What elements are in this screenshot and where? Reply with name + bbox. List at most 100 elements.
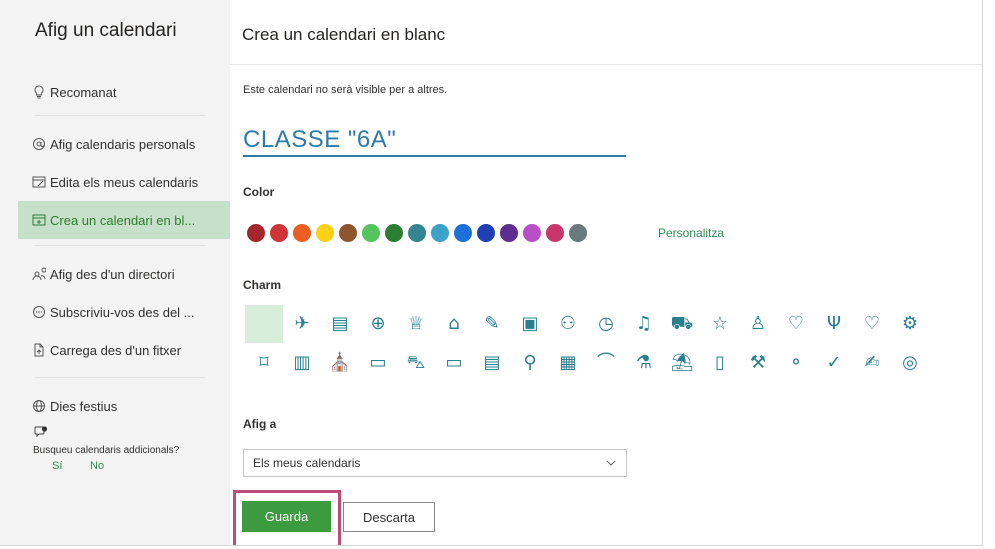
- color-swatch[interactable]: [247, 224, 265, 242]
- divider: [35, 115, 205, 116]
- lightbulb-icon: [18, 85, 50, 99]
- sidebar-item-label: Dies festius: [50, 398, 118, 414]
- save-button[interactable]: Guarda: [242, 501, 331, 532]
- charm-icon[interactable]: ▭: [359, 344, 397, 382]
- visibility-notice: Este calendari no serà visible per a alt…: [243, 84, 448, 96]
- sidebar-item-label: Afig des d'un directori: [50, 266, 175, 282]
- charm-icon[interactable]: ♙: [739, 305, 777, 343]
- charm-icon[interactable]: ▭: [435, 344, 473, 382]
- highlight-pointer: [286, 545, 289, 546]
- charm-icon[interactable]: ♫: [625, 305, 663, 343]
- color-swatch[interactable]: [454, 224, 472, 242]
- chat-alert-icon: [34, 426, 48, 438]
- subscribe-icon: [18, 305, 50, 319]
- charm-icon[interactable]: ◷: [587, 305, 625, 343]
- divider: [35, 377, 205, 378]
- charm-icon[interactable]: ⚇: [549, 305, 587, 343]
- sidebar-item-label: Afig calendaris personals: [50, 136, 196, 152]
- sidebar-item-label: Subscriviu-vos des del ...: [50, 304, 195, 320]
- add-to-label: Afig a: [243, 417, 277, 431]
- sidebar-item-upload-file[interactable]: Carrega des d'un fitxer: [18, 331, 230, 369]
- sidebar-item-create-blank[interactable]: Crea un calendari en bl...: [18, 201, 230, 239]
- charm-icon[interactable]: ✓: [815, 344, 853, 382]
- calendar-name-input[interactable]: [243, 125, 626, 157]
- calendar-add-icon: [18, 213, 50, 227]
- prompt-yes-link[interactable]: Sí: [52, 460, 62, 472]
- charm-icon[interactable]: ⚲: [511, 344, 549, 382]
- charm-row: ✈ ▤ ⊕ ♕ ⌂ ✎ ▣ ⚇ ◷ ♫ ⛟ ☆ ♙ ♡ Ψ ♡ ⚙: [245, 305, 982, 343]
- charm-icon[interactable]: ▯: [701, 344, 739, 382]
- customize-color-link[interactable]: Personalitza: [658, 226, 724, 240]
- charm-icon[interactable]: ⛟: [663, 305, 701, 343]
- color-swatch[interactable]: [339, 224, 357, 242]
- at-icon: [18, 137, 50, 151]
- charm-icon[interactable]: ♡: [777, 305, 815, 343]
- file-upload-icon: [18, 343, 50, 357]
- color-swatch[interactable]: [293, 224, 311, 242]
- page-title: Crea un calendari en blanc: [242, 25, 446, 44]
- discard-button[interactable]: Descarta: [343, 502, 435, 532]
- color-swatch[interactable]: [362, 224, 380, 242]
- color-swatch[interactable]: [500, 224, 518, 242]
- charm-grid: ✈ ▤ ⊕ ♕ ⌂ ✎ ▣ ⚇ ◷ ♫ ⛟ ☆ ♙ ♡ Ψ ♡ ⚙ ⌑ ▥ ⛪ ▭ ⛍ ▭ ▤ ⚲ ▦ ⌒ ⚗ ⛱ ▯ ⚒ ⚬ ✓ ✍ ◎: [245, 305, 982, 382]
- sidebar-item-subscribe[interactable]: Subscriviu-vos des del ...: [18, 293, 230, 331]
- charm-icon[interactable]: ✍: [853, 344, 891, 382]
- charm-icon[interactable]: ⚙: [891, 305, 929, 343]
- color-swatch[interactable]: [477, 224, 495, 242]
- sidebar-item-label: Recomanat: [50, 84, 117, 100]
- charm-icon[interactable]: ⚬: [777, 344, 815, 382]
- sidebar-item-label: Crea un calendari en bl...: [50, 212, 196, 228]
- sidebar-item-label: Edita els meus calendaris: [50, 174, 199, 190]
- color-swatch[interactable]: [546, 224, 564, 242]
- charm-icon[interactable]: ⚒: [739, 344, 777, 382]
- charm-icon[interactable]: ⌑: [245, 344, 283, 382]
- color-swatch[interactable]: [385, 224, 403, 242]
- charm-icon[interactable]: ▤: [321, 305, 359, 343]
- add-to-selected-value: Els meus calendaris: [253, 456, 361, 470]
- charm-icon[interactable]: ▤: [473, 344, 511, 382]
- charm-icon[interactable]: ▣: [511, 305, 549, 343]
- charm-icon[interactable]: ▦: [549, 344, 587, 382]
- sidebar-item-recommended[interactable]: Recomanat: [18, 73, 230, 111]
- sidebar-item-edit-calendars[interactable]: Edita els meus calendaris: [18, 163, 230, 201]
- charm-icon[interactable]: Ψ: [815, 305, 853, 343]
- globe-icon: [18, 399, 50, 413]
- charm-icon[interactable]: ▥: [283, 344, 321, 382]
- sidebar-item-directory[interactable]: Afig des d'un directori: [18, 255, 230, 293]
- charm-icon[interactable]: ⛱: [663, 344, 701, 382]
- charm-icon[interactable]: ⌒: [587, 344, 625, 382]
- divider: [230, 64, 982, 65]
- charm-icon[interactable]: ⛪: [321, 344, 359, 382]
- sidebar-item-holidays[interactable]: Dies festius: [18, 387, 230, 425]
- charm-label: Charm: [243, 278, 282, 292]
- color-swatch[interactable]: [408, 224, 426, 242]
- color-swatch[interactable]: [316, 224, 334, 242]
- dialog-window: Afig un calendari Recomanat Afig calenda…: [0, 0, 983, 546]
- color-label: Color: [243, 185, 275, 199]
- divider: [35, 245, 205, 246]
- charm-icon[interactable]: ✈: [283, 305, 321, 343]
- charm-icon[interactable]: ☆: [701, 305, 739, 343]
- prompt-no-link[interactable]: No: [90, 460, 104, 472]
- add-to-dropdown[interactable]: Els meus calendaris: [243, 449, 627, 477]
- sidebar-item-personal-calendars[interactable]: Afig calendaris personals: [18, 125, 230, 163]
- charm-icon[interactable]: ⌂: [435, 305, 473, 343]
- color-swatch[interactable]: [270, 224, 288, 242]
- charm-icon[interactable]: ♕: [397, 305, 435, 343]
- charm-icon[interactable]: ◎: [891, 344, 929, 382]
- charm-icon[interactable]: ♡: [853, 305, 891, 343]
- charm-icon[interactable]: ⛍: [397, 344, 435, 382]
- sidebar: Afig un calendari Recomanat Afig calenda…: [0, 0, 230, 545]
- color-swatch[interactable]: [569, 224, 587, 242]
- charm-icon[interactable]: ⚗: [625, 344, 663, 382]
- charm-icon[interactable]: ✎: [473, 305, 511, 343]
- edit-calendar-icon: [18, 175, 50, 189]
- additional-calendars-prompt: Busqueu calendaris addicionals?: [33, 445, 180, 456]
- charm-icon[interactable]: ⊕: [359, 305, 397, 343]
- charm-none-selected[interactable]: [245, 305, 283, 343]
- color-swatch[interactable]: [523, 224, 541, 242]
- charm-row: ⌑ ▥ ⛪ ▭ ⛍ ▭ ▤ ⚲ ▦ ⌒ ⚗ ⛱ ▯ ⚒ ⚬ ✓ ✍ ◎: [245, 344, 982, 382]
- color-swatch[interactable]: [431, 224, 449, 242]
- chevron-down-icon: [606, 460, 616, 466]
- sidebar-item-label: Carrega des d'un fitxer: [50, 342, 182, 358]
